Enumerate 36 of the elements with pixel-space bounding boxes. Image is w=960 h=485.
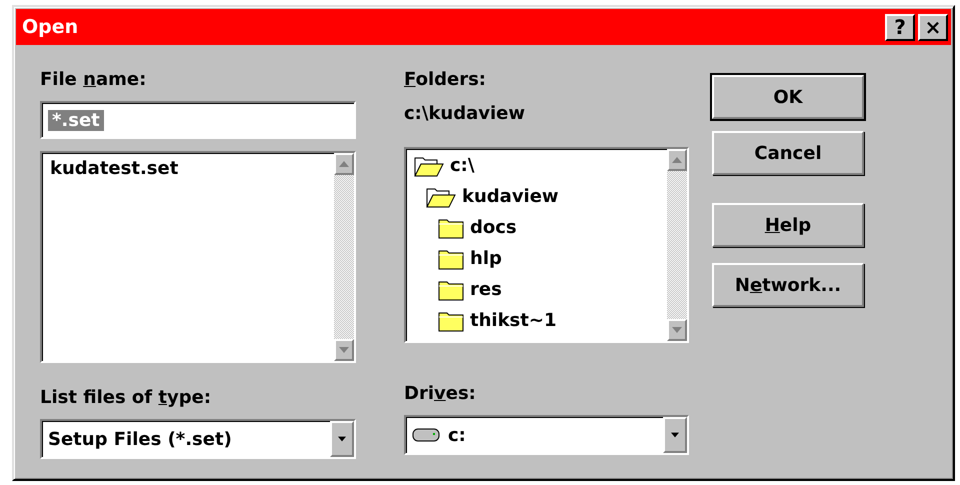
field-label: Drives: — [404, 383, 477, 405]
scroll-up-icon[interactable] — [339, 161, 349, 167]
field-value: *.set — [48, 110, 104, 130]
scroll-down-icon[interactable] — [339, 347, 349, 353]
dialog-button[interactable]: Network... — [712, 263, 864, 307]
window-title: Open — [22, 16, 80, 38]
scrollbar[interactable] — [334, 153, 354, 361]
dropdown-button[interactable] — [663, 417, 687, 453]
folder-item[interactable]: docs — [470, 216, 517, 240]
folder-item[interactable]: thikst~1 — [470, 309, 556, 334]
file-item[interactable]: kudatest.set — [50, 157, 326, 189]
file-name-field[interactable]: *.set — [40, 101, 356, 139]
dropdown-value: c: — [448, 424, 467, 446]
folder-item[interactable]: hlp — [470, 247, 502, 272]
current-path: c:\kudaview — [404, 103, 526, 125]
close-button[interactable]: × — [918, 14, 948, 40]
dialog-button[interactable]: Help — [712, 203, 864, 247]
folder-item[interactable]: c:\ — [450, 154, 474, 178]
scroll-up-icon[interactable] — [672, 157, 682, 163]
folder-item[interactable]: res — [470, 278, 502, 302]
dialog-button[interactable]: OK — [712, 75, 864, 119]
scrollbar[interactable] — [667, 149, 687, 341]
field-label: List files of type: — [40, 387, 212, 409]
drives-dropdown[interactable]: c: — [404, 415, 689, 455]
dropdown-value: Setup Files (*.set) — [48, 428, 233, 450]
field-label: Folders: — [404, 69, 487, 91]
caret-icon — [671, 432, 679, 438]
drive-icon — [412, 427, 440, 443]
help-button[interactable]: ? — [885, 14, 915, 40]
dropdown-button[interactable] — [330, 421, 354, 457]
folder-item[interactable]: kudaview — [462, 184, 559, 209]
dialog-button[interactable]: Cancel — [712, 131, 864, 175]
scroll-down-icon[interactable] — [672, 327, 682, 333]
caret-icon — [338, 436, 346, 442]
file-type-dropdown[interactable]: Setup Files (*.set) — [40, 419, 356, 459]
field-label: File name: — [40, 69, 148, 91]
